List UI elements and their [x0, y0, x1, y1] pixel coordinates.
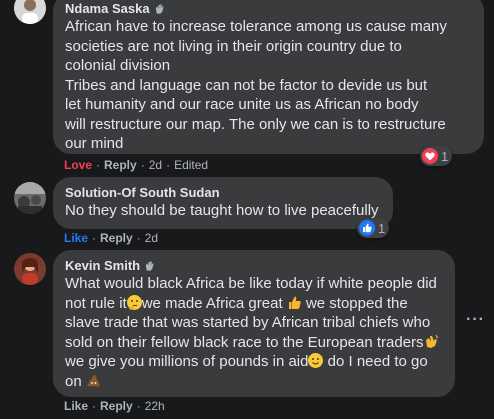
- comment-text-segment: we give you millions of pounds in aid: [65, 353, 309, 370]
- love-button[interactable]: Love: [64, 158, 92, 172]
- smiling-face-icon: [308, 353, 324, 368]
- comment-bubble: Ndama Saska African have to increase tol…: [53, 0, 484, 154]
- thinking-face-icon: [126, 294, 142, 310]
- comment-text-line: on: [65, 372, 443, 392]
- comment-text-line: African have to increase tolerance among…: [65, 18, 447, 35]
- comment-text-segment: not rule it: [65, 294, 127, 312]
- like-button[interactable]: Like: [64, 231, 88, 245]
- like-icon: [359, 220, 375, 236]
- comment-text-segment: do I need to go: [323, 353, 428, 370]
- like-button[interactable]: Like: [64, 399, 88, 413]
- comment-text-line: our mind: [65, 135, 124, 152]
- reaction-count: 1: [441, 148, 449, 164]
- comment-text-segment: on: [65, 372, 82, 390]
- comment-ndama-saska: Ndama Saska African have to increase tol…: [0, 0, 494, 175]
- comment-actions: Like · Reply · 2d: [64, 231, 159, 245]
- comment-text-line: What would black Africa be like today if…: [65, 275, 437, 292]
- more-options-button[interactable]: ···: [466, 311, 485, 329]
- comment-bubble: Solution-Of South Sudan No they should b…: [53, 177, 393, 229]
- reaction-count-badge[interactable]: 1: [420, 146, 453, 166]
- comment-author[interactable]: Kevin Smith: [65, 257, 140, 274]
- comment-text-line: colonial division: [65, 57, 171, 74]
- comment-actions: Love · Reply · 2d · Edited: [64, 158, 209, 172]
- comment-actions: Like · Reply · 22h: [64, 399, 165, 413]
- comment-text-line: let humanity and our race unite us as Af…: [65, 96, 419, 113]
- comment-text-segment: we made Africa great: [141, 294, 283, 312]
- comment-text-line: not rule it we made Africa great we stopp…: [65, 294, 443, 314]
- edited-label[interactable]: Edited: [174, 158, 208, 172]
- comment-text-line: sold on their fellow black race to the E…: [65, 333, 443, 353]
- comment-kevin-smith: Kevin Smith What would black Africa be l…: [0, 245, 494, 419]
- love-icon: [422, 148, 438, 164]
- thumbs-up-icon: [287, 295, 302, 310]
- reply-button[interactable]: Reply: [100, 399, 133, 413]
- comment-timestamp[interactable]: 22h: [145, 399, 165, 413]
- wave-icon: [145, 260, 154, 271]
- comment-bubble: Kevin Smith What would black Africa be l…: [53, 250, 455, 397]
- comment-author[interactable]: Ndama Saska: [65, 0, 150, 17]
- reaction-count: 1: [378, 220, 386, 236]
- reply-button[interactable]: Reply: [104, 158, 137, 172]
- comment-text-line: No they should be taught how to live pea…: [65, 202, 379, 219]
- comment-solution-of-south-sudan: Solution-Of South Sudan No they should b…: [0, 175, 494, 245]
- comment-text-line: slave trade that was started by African …: [65, 314, 431, 331]
- comment-author[interactable]: Solution-Of South Sudan: [65, 184, 220, 201]
- comment-text-line: we give you millions of pounds in aid do…: [65, 352, 443, 372]
- comment-text-line: will restructure our map. The only we ca…: [65, 115, 446, 133]
- comment-text-segment: we stopped the: [301, 294, 408, 312]
- avatar[interactable]: [14, 0, 46, 24]
- comment-text-segment: sold on their fellow black race to the E…: [65, 333, 424, 351]
- comment-timestamp[interactable]: 2d: [145, 231, 158, 245]
- avatar[interactable]: [14, 253, 46, 285]
- wave-icon: [155, 3, 164, 14]
- clapping-hands-icon: [424, 334, 439, 349]
- reply-button[interactable]: Reply: [100, 231, 133, 245]
- avatar[interactable]: [14, 182, 46, 214]
- reaction-count-badge[interactable]: 1: [357, 218, 390, 238]
- comment-timestamp[interactable]: 2d: [149, 158, 162, 172]
- comment-text-line: Tribes and language can not be factor to…: [65, 76, 428, 94]
- poop-icon: [86, 373, 101, 388]
- comment-text-line: societies are not living in their origin…: [65, 37, 402, 55]
